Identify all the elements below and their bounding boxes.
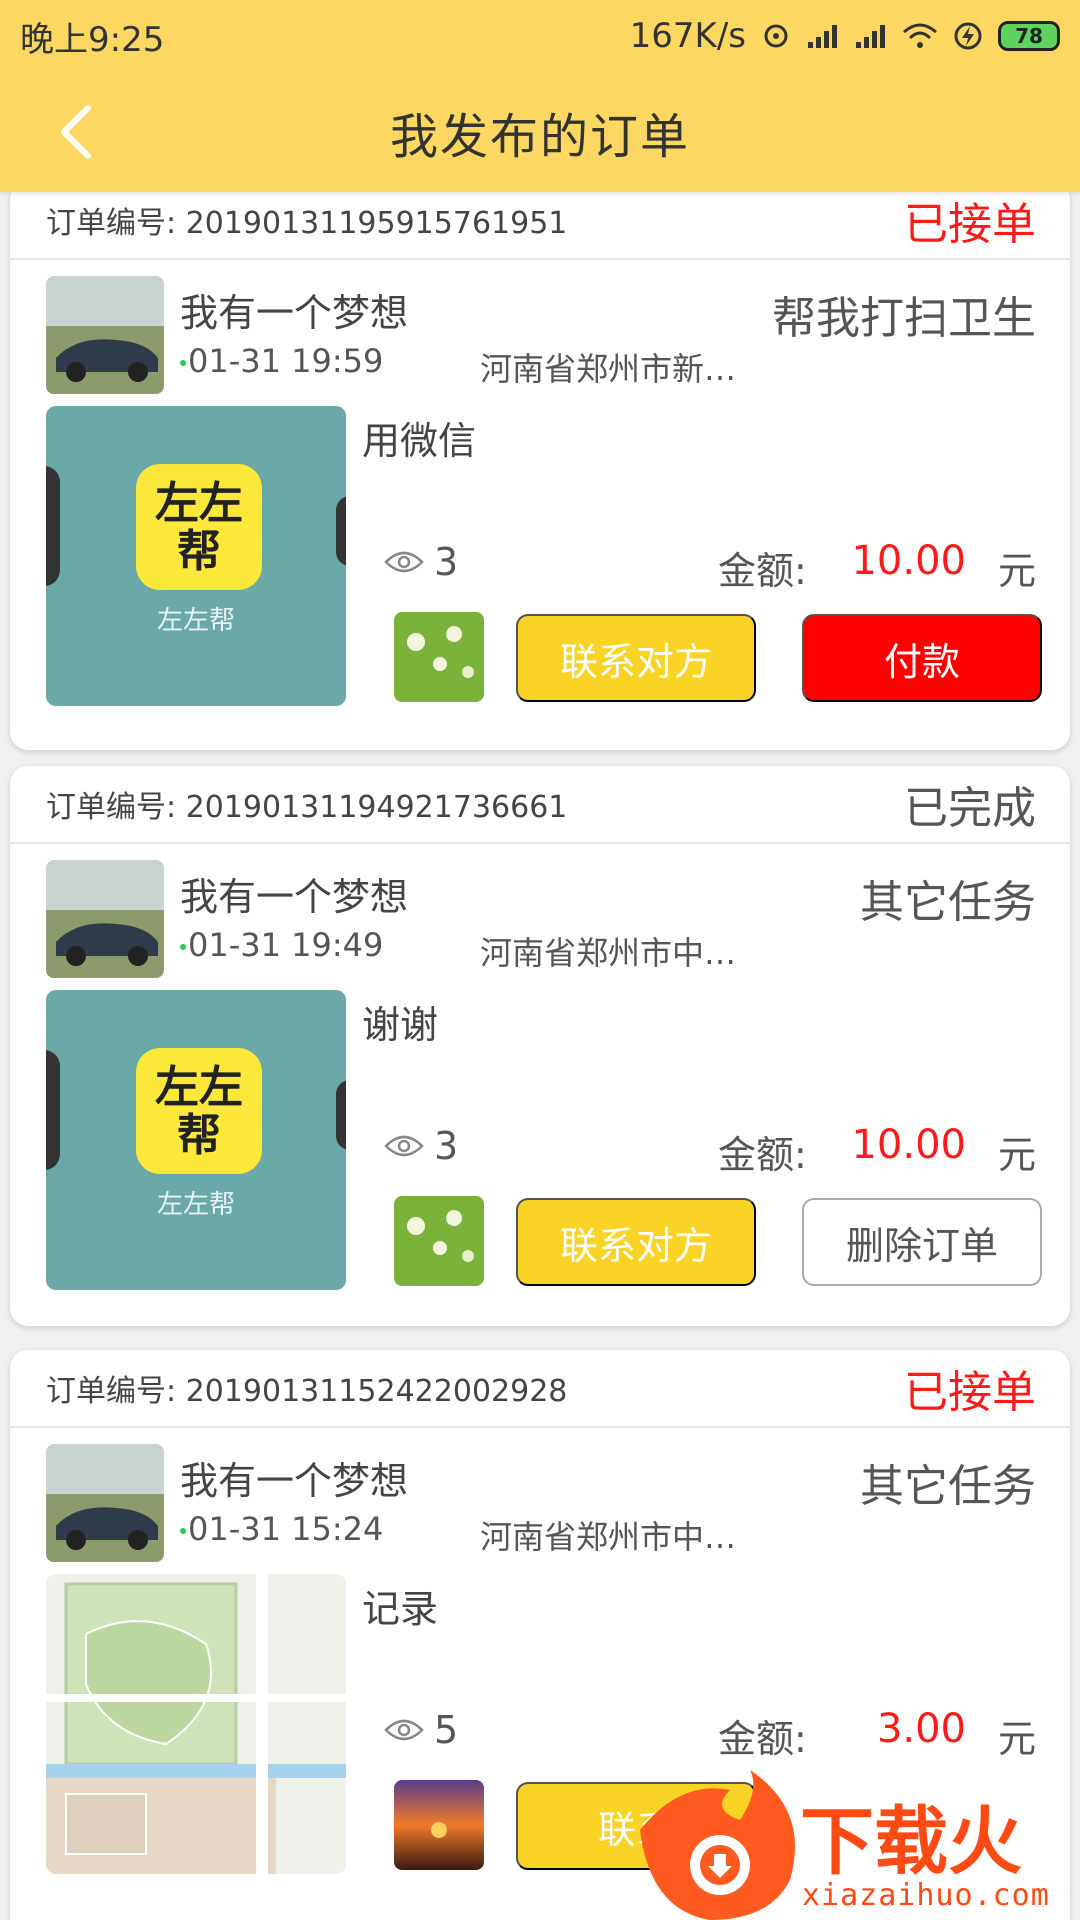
order-header: 订单编号: 20190131152422002928 已接单 xyxy=(10,1350,1070,1428)
app-bar: 我发布的订单 xyxy=(0,72,1080,192)
charging-icon xyxy=(954,22,982,50)
task-type: 其它任务 xyxy=(860,1461,1036,1512)
dandelion-photo xyxy=(394,1196,484,1286)
order-address: 河南省郑州市新… xyxy=(480,350,737,388)
wifi-icon xyxy=(903,23,937,48)
amount-label: 金额: xyxy=(718,549,807,593)
user-nickname: 我有一个梦想 xyxy=(180,1459,409,1503)
page-title: 我发布的订单 xyxy=(389,109,690,165)
dandelion-photo xyxy=(394,612,484,702)
network-speed: 167K/s xyxy=(629,16,746,56)
watermark-domain: xiazaihuo.com xyxy=(802,1878,1050,1913)
order-detail-row: 左左帮 左左帮 用微信 3 金额: 10.00 元 联系对方 付款 xyxy=(10,400,1070,706)
order-thumbnail[interactable]: 左左帮 左左帮 xyxy=(46,406,346,706)
amount-unit: 元 xyxy=(997,549,1036,593)
amount-label: 金额: xyxy=(718,1133,807,1177)
delete-order-button[interactable]: 删除订单 xyxy=(802,1198,1042,1286)
order-number: 订单编号: 20190131195915761951 xyxy=(46,206,568,241)
logo-text: 左左帮 xyxy=(155,1062,243,1161)
view-count-value: 3 xyxy=(434,1124,459,1168)
car-photo xyxy=(46,1444,164,1562)
status-bar: 晚上9:25 167K/s 78 xyxy=(0,0,1080,72)
watermark-brand: 下载火 xyxy=(800,1799,1022,1885)
eye-icon xyxy=(384,1135,424,1157)
order-info-row: 我有一个梦想 01-31 15:24 河南省郑州市中… 其它任务 xyxy=(10,1428,1070,1568)
helper-avatar[interactable] xyxy=(394,612,484,702)
back-arrow-icon[interactable] xyxy=(48,100,108,164)
order-detail-row: 左左帮 左左帮 谢谢 3 金额: 10.00 元 联系对方 删除订单 xyxy=(10,984,1070,1290)
order-address: 河南省郑州市中… xyxy=(480,934,737,972)
user-nickname: 我有一个梦想 xyxy=(180,291,409,335)
hotspot-icon xyxy=(764,24,788,48)
car-photo xyxy=(46,276,164,394)
eye-icon xyxy=(384,551,424,573)
order-description: 记录 xyxy=(362,1587,439,1631)
amount-value: 10.00 xyxy=(851,1122,966,1168)
order-date-text: 01-31 19:59 xyxy=(188,342,384,380)
amount-value: 10.00 xyxy=(851,538,966,584)
logo-caption: 左左帮 xyxy=(156,606,235,636)
order-list[interactable]: 订单编号: 20190131195915761951 已接单 我有一个梦想 01… xyxy=(0,192,1080,1920)
eye-icon xyxy=(384,1719,424,1741)
order-thumbnail[interactable]: 左左帮 左左帮 xyxy=(46,990,346,1290)
battery-icon: 78 xyxy=(998,21,1060,51)
order-header: 订单编号: 20190131195915761951 已接单 xyxy=(10,192,1070,260)
order-description: 用微信 xyxy=(362,419,477,463)
task-type: 其它任务 xyxy=(860,877,1036,928)
order-address: 河南省郑州市中… xyxy=(480,1518,737,1556)
status-badge: 已接单 xyxy=(904,199,1036,250)
pay-button[interactable]: 付款 xyxy=(802,614,1042,702)
contact-button[interactable]: 联系对方 xyxy=(516,614,756,702)
amount-unit: 元 xyxy=(997,1133,1036,1177)
helper-avatar[interactable] xyxy=(394,1196,484,1286)
view-count-value: 5 xyxy=(434,1708,459,1752)
view-count-value: 3 xyxy=(434,540,459,584)
amount-unit: 元 xyxy=(997,1717,1036,1761)
avatar[interactable] xyxy=(46,860,164,978)
order-date: 01-31 15:24 xyxy=(180,1510,383,1548)
task-type: 帮我打扫卫生 xyxy=(772,293,1036,344)
order-card[interactable]: 订单编号: 20190131195915761951 已接单 我有一个梦想 01… xyxy=(10,192,1070,750)
view-count: 5 xyxy=(384,1708,458,1752)
order-card[interactable]: 订单编号: 20190131194921736661 已完成 我有一个梦想 01… xyxy=(10,766,1070,1326)
status-badge: 已接单 xyxy=(904,1367,1036,1418)
contact-button[interactable]: 联系对方 xyxy=(516,1198,756,1286)
logo-caption: 左左帮 xyxy=(156,1190,235,1220)
user-nickname: 我有一个梦想 xyxy=(180,875,409,919)
logo-text: 左左帮 xyxy=(155,478,243,577)
status-time: 晚上9:25 xyxy=(20,19,165,60)
watermark-logo: 下载火 xiazaihuo.com xyxy=(640,1770,1080,1920)
order-info-row: 我有一个梦想 01-31 19:59 河南省郑州市新… 帮我打扫卫生 xyxy=(10,260,1070,400)
order-number: 订单编号: 20190131152422002928 xyxy=(46,1374,568,1409)
order-description: 谢谢 xyxy=(362,1003,439,1047)
signal-icon-2 xyxy=(856,25,885,48)
amount-value: 3.00 xyxy=(876,1706,966,1752)
order-date-text: 01-31 15:24 xyxy=(188,1510,384,1548)
order-info-row: 我有一个梦想 01-31 19:49 河南省郑州市中… 其它任务 xyxy=(10,844,1070,984)
amount-label: 金额: xyxy=(718,1717,807,1761)
order-header: 订单编号: 20190131194921736661 已完成 xyxy=(10,766,1070,844)
status-badge: 已完成 xyxy=(904,783,1036,834)
status-icons: 167K/s 78 xyxy=(630,16,1060,56)
map-image xyxy=(46,1574,346,1874)
helper-avatar[interactable] xyxy=(394,1780,484,1870)
sunset-photo xyxy=(394,1780,484,1870)
avatar[interactable] xyxy=(46,276,164,394)
order-number: 订单编号: 20190131194921736661 xyxy=(46,790,568,825)
view-count: 3 xyxy=(384,540,458,584)
signal-icon xyxy=(808,25,837,48)
order-date-text: 01-31 19:49 xyxy=(188,926,384,964)
avatar[interactable] xyxy=(46,1444,164,1562)
car-photo xyxy=(46,860,164,978)
view-count: 3 xyxy=(384,1124,458,1168)
order-date: 01-31 19:59 xyxy=(180,342,383,380)
order-thumbnail[interactable] xyxy=(46,1574,346,1874)
order-date: 01-31 19:49 xyxy=(180,926,383,964)
